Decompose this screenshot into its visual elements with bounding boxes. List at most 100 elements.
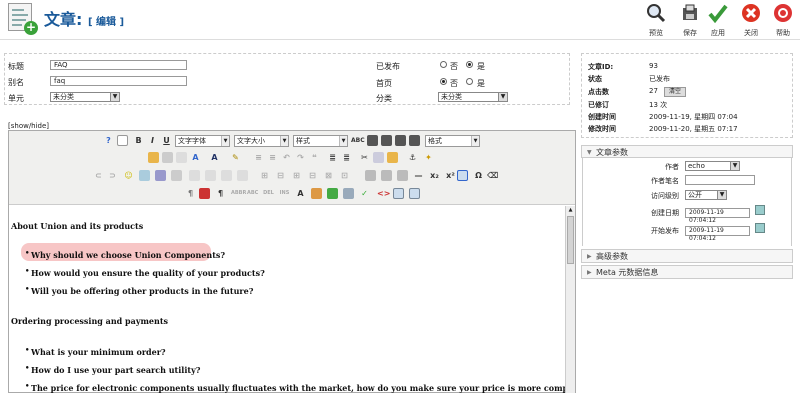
horizontal-rule-icon[interactable]: — <box>413 170 424 181</box>
published-yes-radio[interactable] <box>466 61 473 68</box>
underline-icon[interactable]: U <box>161 135 172 146</box>
outdent-icon[interactable]: ≡ <box>253 152 264 163</box>
article-params-panel-header[interactable]: ▼ 文章参数 <box>581 145 793 158</box>
paste-text-icon[interactable] <box>162 152 173 163</box>
created-date-input[interactable]: 2009-11-19 07:04:12 <box>685 208 750 224</box>
title-input[interactable]: FAQ <box>50 60 187 70</box>
highlight-icon[interactable]: ✎ <box>230 152 241 163</box>
align-justify-icon[interactable] <box>409 135 420 146</box>
indent-icon[interactable]: ≡ <box>267 152 278 163</box>
spellcheck-icon[interactable]: ✓ <box>359 188 370 199</box>
cleanup-icon[interactable]: ✦ <box>423 152 434 163</box>
table-props-icon[interactable] <box>365 170 376 181</box>
font-size-select[interactable]: 文字大小 ▼ <box>234 135 289 147</box>
format-select[interactable]: 格式 ▼ <box>425 135 480 147</box>
ordered-list-icon[interactable]: ≣ <box>327 152 338 163</box>
emoticon-icon[interactable]: ☺ <box>123 170 134 181</box>
image-icon[interactable] <box>139 170 150 181</box>
table-icon[interactable] <box>189 170 200 181</box>
help-icon[interactable]: ? <box>103 135 114 146</box>
cite-icon[interactable]: ABBR <box>231 188 246 199</box>
alias-input[interactable]: faq <box>50 76 187 86</box>
paste-icon[interactable] <box>148 152 159 163</box>
paste-special-icon[interactable] <box>387 152 398 163</box>
anchor-icon[interactable]: ⚓ <box>407 152 418 163</box>
ins-icon[interactable]: INS <box>279 188 290 199</box>
page-break-icon[interactable] <box>393 188 404 199</box>
template-icon[interactable] <box>311 188 322 199</box>
meta-info-panel[interactable]: ▶ Meta 元数据信息 <box>581 265 793 279</box>
layer-icon[interactable] <box>199 188 210 199</box>
calendar-icon[interactable] <box>755 223 765 233</box>
calendar-icon[interactable] <box>755 205 765 215</box>
close-button[interactable]: 关闭 <box>734 3 768 38</box>
access-level-select[interactable]: 公开 ▼ <box>685 190 727 200</box>
style-props-icon[interactable]: A <box>295 188 306 199</box>
frontpage-yes-radio[interactable] <box>466 78 473 85</box>
direction-ltr-icon[interactable]: ¶ <box>185 188 196 199</box>
publish-up-input[interactable]: 2009-11-19 07:04:12 <box>685 226 750 242</box>
cut-icon[interactable]: ✂ <box>359 152 370 163</box>
align-center-icon[interactable] <box>381 135 392 146</box>
author-alias-input[interactable] <box>685 175 755 185</box>
show-hide-link[interactable]: [show/hide] <box>8 122 49 130</box>
subscript-icon[interactable]: x₂ <box>429 170 440 181</box>
paste-word-icon[interactable] <box>176 152 187 163</box>
reset-hits-button[interactable]: 清空 <box>664 87 687 97</box>
del-icon[interactable]: DEL <box>263 188 274 199</box>
style-select[interactable]: 样式 ▼ <box>293 135 348 147</box>
advanced-params-panel[interactable]: ▶ 高级参数 <box>581 249 793 263</box>
scrollbar-thumb[interactable] <box>567 216 574 264</box>
superscript-icon[interactable]: x² <box>445 170 456 181</box>
link-icon[interactable]: ⊂ <box>93 170 104 181</box>
html-source-icon[interactable]: <> <box>377 188 390 199</box>
remove-format-icon[interactable]: ⌫ <box>487 170 498 181</box>
delete-row-icon[interactable]: ⊟ <box>275 170 286 181</box>
print-icon[interactable] <box>397 170 408 181</box>
redo-icon[interactable]: ↷ <box>295 152 306 163</box>
blockquote-icon[interactable]: ❝ <box>309 152 320 163</box>
fullscreen-icon[interactable] <box>327 188 338 199</box>
new-document-icon[interactable] <box>117 135 128 146</box>
table-cell-icon[interactable] <box>237 170 248 181</box>
preview-doc-icon[interactable] <box>343 188 354 199</box>
scroll-up-icon[interactable]: ▲ <box>567 207 574 214</box>
find-replace-icon[interactable]: A <box>190 152 201 163</box>
category-select[interactable]: 未分类 ▼ <box>438 92 508 102</box>
bold-icon[interactable]: B <box>133 135 144 146</box>
copy-icon[interactable] <box>373 152 384 163</box>
unlink-icon[interactable]: ⊃ <box>107 170 118 181</box>
special-char-icon[interactable]: Ω <box>473 170 484 181</box>
media-icon[interactable] <box>155 170 166 181</box>
italic-icon[interactable]: I <box>147 135 158 146</box>
author-select[interactable]: echo ▼ <box>685 161 740 171</box>
delete-col-icon[interactable]: ⊟ <box>307 170 318 181</box>
align-right-icon[interactable] <box>395 135 406 146</box>
text-color-icon[interactable]: A <box>209 152 220 163</box>
apply-button[interactable]: 应用 <box>701 3 735 38</box>
editor-scrollbar[interactable]: ▲ <box>565 206 575 393</box>
insert-row-icon[interactable]: ⊞ <box>259 170 270 181</box>
visual-aid-icon[interactable] <box>457 170 468 181</box>
undo-icon[interactable]: ↶ <box>281 152 292 163</box>
frontpage-no-radio[interactable] <box>440 78 447 85</box>
strikethrough-icon[interactable]: ABC <box>351 135 365 146</box>
paragraph-icon[interactable]: ¶ <box>215 188 226 199</box>
insert-col-icon[interactable]: ⊞ <box>291 170 302 181</box>
read-more-icon[interactable] <box>409 188 420 199</box>
section-select[interactable]: 未分类 ▼ <box>50 92 120 102</box>
unordered-list-icon[interactable]: ≣ <box>341 152 352 163</box>
published-no-radio[interactable] <box>440 61 447 68</box>
preview-button[interactable]: 预览 <box>639 3 673 38</box>
row-props-icon[interactable] <box>381 170 392 181</box>
table-row-icon[interactable] <box>205 170 216 181</box>
edit-image-icon[interactable] <box>171 170 182 181</box>
merge-cell-icon[interactable]: ⊡ <box>339 170 350 181</box>
table-col-icon[interactable] <box>221 170 232 181</box>
align-left-icon[interactable] <box>367 135 378 146</box>
editor-content[interactable]: About Union and its products Why should … <box>9 206 565 393</box>
acronym-icon[interactable]: ABC <box>247 188 258 199</box>
font-family-select[interactable]: 文字字体 ▼ <box>175 135 230 147</box>
help-button[interactable]: 帮助 <box>766 3 800 38</box>
split-cell-icon[interactable]: ⊠ <box>323 170 334 181</box>
